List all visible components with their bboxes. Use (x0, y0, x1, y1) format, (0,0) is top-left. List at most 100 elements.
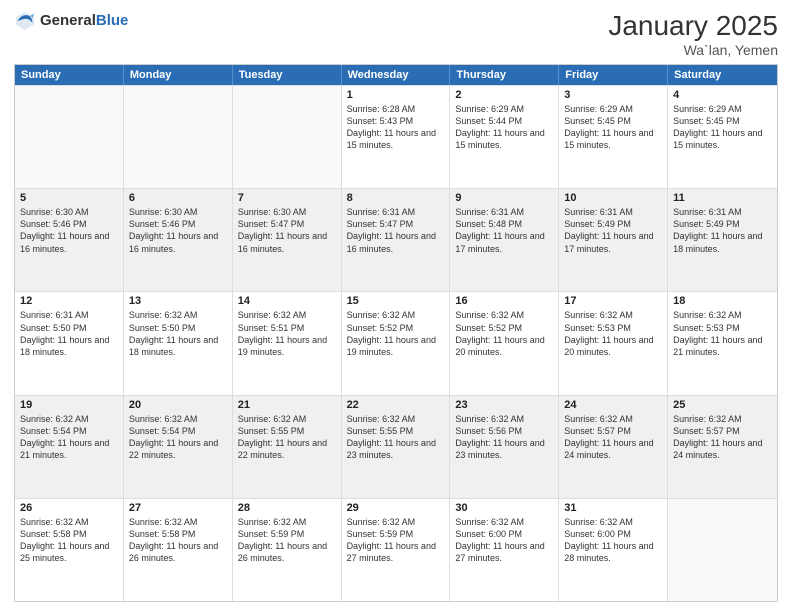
sunrise-text: Sunrise: 6:31 AM (347, 206, 445, 218)
day-cell-30: 30Sunrise: 6:32 AMSunset: 6:00 PMDayligh… (450, 499, 559, 601)
header: GeneralBlue January 2025 Wa`lan, Yemen (14, 10, 778, 58)
daylight-text: Daylight: 11 hours and 15 minutes. (455, 127, 553, 151)
day-cell-17: 17Sunrise: 6:32 AMSunset: 5:53 PMDayligh… (559, 292, 668, 394)
sunrise-text: Sunrise: 6:32 AM (673, 309, 772, 321)
empty-cell (124, 86, 233, 188)
sunset-text: Sunset: 5:54 PM (20, 425, 118, 437)
day-cell-21: 21Sunrise: 6:32 AMSunset: 5:55 PMDayligh… (233, 396, 342, 498)
daylight-text: Daylight: 11 hours and 15 minutes. (673, 127, 772, 151)
sunset-text: Sunset: 5:45 PM (673, 115, 772, 127)
logo-text: GeneralBlue (40, 12, 128, 30)
sunset-text: Sunset: 5:58 PM (20, 528, 118, 540)
sunrise-text: Sunrise: 6:32 AM (455, 309, 553, 321)
sunrise-text: Sunrise: 6:30 AM (238, 206, 336, 218)
day-number: 25 (673, 399, 772, 411)
sunrise-text: Sunrise: 6:32 AM (129, 413, 227, 425)
day-cell-31: 31Sunrise: 6:32 AMSunset: 6:00 PMDayligh… (559, 499, 668, 601)
day-cell-4: 4Sunrise: 6:29 AMSunset: 5:45 PMDaylight… (668, 86, 777, 188)
sunset-text: Sunset: 5:55 PM (347, 425, 445, 437)
day-number: 15 (347, 295, 445, 307)
day-cell-25: 25Sunrise: 6:32 AMSunset: 5:57 PMDayligh… (668, 396, 777, 498)
calendar-header: SundayMondayTuesdayWednesdayThursdayFrid… (15, 65, 777, 85)
day-cell-27: 27Sunrise: 6:32 AMSunset: 5:58 PMDayligh… (124, 499, 233, 601)
calendar-body: 1Sunrise: 6:28 AMSunset: 5:43 PMDaylight… (15, 85, 777, 601)
sunrise-text: Sunrise: 6:32 AM (20, 413, 118, 425)
day-cell-26: 26Sunrise: 6:32 AMSunset: 5:58 PMDayligh… (15, 499, 124, 601)
calendar-week-5: 26Sunrise: 6:32 AMSunset: 5:58 PMDayligh… (15, 498, 777, 601)
sunrise-text: Sunrise: 6:32 AM (129, 516, 227, 528)
sunrise-text: Sunrise: 6:32 AM (20, 516, 118, 528)
day-cell-16: 16Sunrise: 6:32 AMSunset: 5:52 PMDayligh… (450, 292, 559, 394)
sunset-text: Sunset: 5:58 PM (129, 528, 227, 540)
daylight-text: Daylight: 11 hours and 18 minutes. (20, 334, 118, 358)
day-cell-23: 23Sunrise: 6:32 AMSunset: 5:56 PMDayligh… (450, 396, 559, 498)
title-block: January 2025 Wa`lan, Yemen (608, 10, 778, 58)
daylight-text: Daylight: 11 hours and 16 minutes. (238, 230, 336, 254)
header-day-friday: Friday (559, 65, 668, 85)
sunrise-text: Sunrise: 6:31 AM (455, 206, 553, 218)
day-cell-19: 19Sunrise: 6:32 AMSunset: 5:54 PMDayligh… (15, 396, 124, 498)
sunrise-text: Sunrise: 6:30 AM (20, 206, 118, 218)
day-number: 28 (238, 502, 336, 514)
sunset-text: Sunset: 5:49 PM (564, 218, 662, 230)
sunset-text: Sunset: 6:00 PM (455, 528, 553, 540)
sunset-text: Sunset: 5:54 PM (129, 425, 227, 437)
day-cell-14: 14Sunrise: 6:32 AMSunset: 5:51 PMDayligh… (233, 292, 342, 394)
daylight-text: Daylight: 11 hours and 27 minutes. (347, 540, 445, 564)
day-cell-20: 20Sunrise: 6:32 AMSunset: 5:54 PMDayligh… (124, 396, 233, 498)
day-number: 16 (455, 295, 553, 307)
sunset-text: Sunset: 5:52 PM (347, 322, 445, 334)
daylight-text: Daylight: 11 hours and 20 minutes. (564, 334, 662, 358)
day-cell-29: 29Sunrise: 6:32 AMSunset: 5:59 PMDayligh… (342, 499, 451, 601)
daylight-text: Daylight: 11 hours and 20 minutes. (455, 334, 553, 358)
daylight-text: Daylight: 11 hours and 16 minutes. (129, 230, 227, 254)
header-day-wednesday: Wednesday (342, 65, 451, 85)
calendar-week-4: 19Sunrise: 6:32 AMSunset: 5:54 PMDayligh… (15, 395, 777, 498)
sunrise-text: Sunrise: 6:32 AM (564, 516, 662, 528)
day-cell-28: 28Sunrise: 6:32 AMSunset: 5:59 PMDayligh… (233, 499, 342, 601)
daylight-text: Daylight: 11 hours and 21 minutes. (20, 437, 118, 461)
day-number: 20 (129, 399, 227, 411)
sunrise-text: Sunrise: 6:32 AM (564, 309, 662, 321)
day-cell-5: 5Sunrise: 6:30 AMSunset: 5:46 PMDaylight… (15, 189, 124, 291)
header-day-monday: Monday (124, 65, 233, 85)
day-number: 9 (455, 192, 553, 204)
daylight-text: Daylight: 11 hours and 23 minutes. (455, 437, 553, 461)
daylight-text: Daylight: 11 hours and 15 minutes. (564, 127, 662, 151)
sunrise-text: Sunrise: 6:32 AM (238, 516, 336, 528)
daylight-text: Daylight: 11 hours and 18 minutes. (673, 230, 772, 254)
day-number: 14 (238, 295, 336, 307)
sunset-text: Sunset: 5:59 PM (347, 528, 445, 540)
empty-cell (233, 86, 342, 188)
sunset-text: Sunset: 5:47 PM (347, 218, 445, 230)
daylight-text: Daylight: 11 hours and 23 minutes. (347, 437, 445, 461)
month-title: January 2025 (608, 10, 778, 42)
day-cell-9: 9Sunrise: 6:31 AMSunset: 5:48 PMDaylight… (450, 189, 559, 291)
daylight-text: Daylight: 11 hours and 16 minutes. (20, 230, 118, 254)
day-number: 23 (455, 399, 553, 411)
sunrise-text: Sunrise: 6:32 AM (238, 309, 336, 321)
sunset-text: Sunset: 5:59 PM (238, 528, 336, 540)
day-cell-10: 10Sunrise: 6:31 AMSunset: 5:49 PMDayligh… (559, 189, 668, 291)
sunrise-text: Sunrise: 6:32 AM (129, 309, 227, 321)
day-number: 3 (564, 89, 662, 101)
empty-cell (668, 499, 777, 601)
day-cell-15: 15Sunrise: 6:32 AMSunset: 5:52 PMDayligh… (342, 292, 451, 394)
daylight-text: Daylight: 11 hours and 19 minutes. (347, 334, 445, 358)
sunset-text: Sunset: 5:53 PM (673, 322, 772, 334)
header-day-tuesday: Tuesday (233, 65, 342, 85)
calendar-week-2: 5Sunrise: 6:30 AMSunset: 5:46 PMDaylight… (15, 188, 777, 291)
day-cell-7: 7Sunrise: 6:30 AMSunset: 5:47 PMDaylight… (233, 189, 342, 291)
daylight-text: Daylight: 11 hours and 16 minutes. (347, 230, 445, 254)
day-number: 8 (347, 192, 445, 204)
day-number: 26 (20, 502, 118, 514)
daylight-text: Daylight: 11 hours and 15 minutes. (347, 127, 445, 151)
day-number: 12 (20, 295, 118, 307)
sunset-text: Sunset: 6:00 PM (564, 528, 662, 540)
sunrise-text: Sunrise: 6:32 AM (238, 413, 336, 425)
calendar-week-3: 12Sunrise: 6:31 AMSunset: 5:50 PMDayligh… (15, 291, 777, 394)
daylight-text: Daylight: 11 hours and 18 minutes. (129, 334, 227, 358)
sunrise-text: Sunrise: 6:32 AM (673, 413, 772, 425)
sunset-text: Sunset: 5:46 PM (20, 218, 118, 230)
sunset-text: Sunset: 5:49 PM (673, 218, 772, 230)
